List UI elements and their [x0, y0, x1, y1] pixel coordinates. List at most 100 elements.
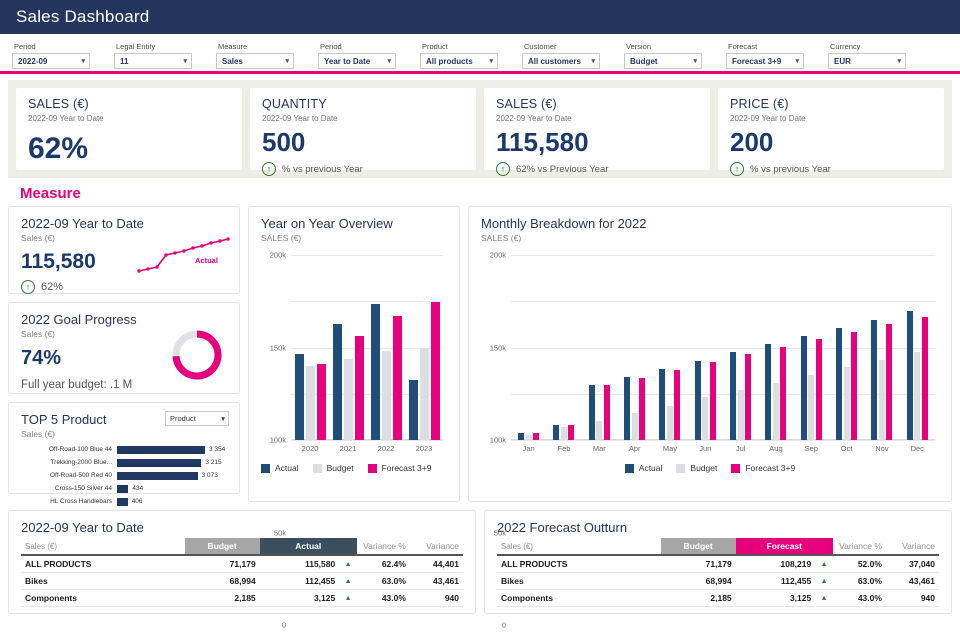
row-budget: 2,185: [185, 590, 260, 607]
bar-budget: [596, 421, 602, 440]
filter-dropdown[interactable]: Budget▾: [624, 53, 702, 69]
bar-actual: [907, 311, 913, 440]
bar-group: [723, 255, 758, 440]
bar-budget: [773, 383, 779, 440]
gridline: 0: [291, 440, 443, 441]
x-axis-tick-label: 2020: [291, 444, 329, 453]
legend-label: Actual: [639, 463, 663, 473]
column-header-budget[interactable]: Budget: [661, 538, 736, 555]
column-header-forecast[interactable]: Forecast: [736, 538, 833, 555]
x-axis-tick-label: Apr: [617, 444, 652, 453]
x-axis-labels: 2020202120222023: [291, 444, 443, 453]
row-variance-pct: 63.0%: [833, 573, 886, 590]
filter-dropdown[interactable]: 11▾: [114, 53, 192, 69]
filter-label: Period: [12, 42, 106, 51]
bar-group: [829, 255, 864, 440]
bar-actual: [624, 377, 630, 440]
top5-card-subtitle: Sales (€): [21, 429, 227, 439]
title-bar: Sales Dashboard: [0, 0, 960, 34]
filter-dropdown[interactable]: EUR▾: [828, 53, 906, 69]
bar-forecast-3-9: [710, 362, 716, 440]
top5-selector-label: Product: [170, 414, 196, 423]
table-unit-label: Sales (€): [497, 538, 661, 555]
bar-actual: [871, 320, 877, 440]
bar-group: [367, 255, 405, 440]
row-variance-pct: 62.4%: [357, 555, 410, 573]
bar-group: [582, 255, 617, 440]
y-axis-tick-label: 50k: [494, 528, 511, 537]
kpi-value: 115,580: [496, 129, 698, 156]
chevron-down-icon: ▾: [387, 57, 391, 65]
kpi-band: SALES (€)2022-09 Year to Date62%QUANTITY…: [8, 80, 952, 178]
legend-item: Forecast 3+9: [368, 463, 432, 473]
bar-forecast-3-9: [886, 324, 892, 440]
bar-forecast-3-9: [317, 364, 326, 440]
arrow-up-icon: ↑: [262, 162, 276, 176]
bar-budget: [702, 397, 708, 440]
x-axis-tick-label: May: [652, 444, 687, 453]
legend-swatch: [313, 464, 322, 473]
chevron-down-icon: ▾: [489, 57, 493, 65]
bar-budget: [667, 406, 673, 440]
top5-product-selector[interactable]: Product ▾: [165, 411, 229, 426]
filter-dropdown[interactable]: All products▾: [420, 53, 498, 69]
bars-area: [511, 255, 935, 440]
yoy-plot-area: 050k100k150k200k: [291, 255, 443, 440]
filter-dropdown[interactable]: Forecast 3+9▾: [726, 53, 804, 69]
column-header-variance: Variance: [410, 538, 463, 555]
kpi-title: SALES (€): [496, 97, 698, 111]
filter-label: Customer: [522, 42, 616, 51]
bar-group: [794, 255, 829, 440]
row-value: 112,455: [260, 573, 340, 590]
y-axis-tick-label: 200k: [490, 251, 511, 260]
table-row: ALL PRODUCTS71,179115,580▲62.4%44,401: [21, 555, 463, 573]
legend-label: Budget: [327, 463, 354, 473]
row-name: Bikes: [497, 573, 661, 590]
x-axis-tick-label: 2023: [405, 444, 443, 453]
column-header-budget[interactable]: Budget: [185, 538, 260, 555]
bar-actual: [836, 328, 842, 440]
filter-dropdown[interactable]: Year to Date▾: [318, 53, 396, 69]
row-variance-pct: 43.0%: [833, 590, 886, 607]
y-axis-tick-label: 150k: [490, 343, 511, 352]
kpi-title: PRICE (€): [730, 97, 932, 111]
bar-actual: [553, 425, 559, 440]
x-axis-tick-label: Mar: [582, 444, 617, 453]
kpi-value: 200: [730, 129, 932, 156]
goal-progress-card: 2022 Goal Progress Sales (€) 74% Full ye…: [8, 302, 240, 394]
filter-period-3: PeriodYear to Date▾: [314, 42, 416, 69]
bar-group: [758, 255, 793, 440]
bar-forecast-3-9: [816, 339, 822, 440]
chevron-down-icon: ▾: [285, 57, 289, 65]
bar-forecast-3-9: [431, 302, 440, 440]
arrow-up-icon: ↑: [21, 280, 35, 294]
filter-dropdown[interactable]: Sales▾: [216, 53, 294, 69]
legend-item: Actual: [261, 463, 299, 473]
chevron-down-icon: ▾: [183, 57, 187, 65]
filter-customer-5: Customer All customers▾: [518, 42, 620, 69]
x-axis-tick-label: Jul: [723, 444, 758, 453]
kpi-delta: ↑% vs previous Year: [730, 162, 932, 176]
row-variance: 43,461: [410, 573, 463, 590]
data-table: Sales (€)BudgetActualVariance %VarianceA…: [21, 538, 463, 607]
table-title: 2022 Forecast Outturn: [497, 520, 939, 535]
row-name: Components: [21, 590, 185, 607]
bar-forecast-3-9: [568, 425, 574, 440]
bar-budget: [561, 427, 567, 440]
trend-up-icon: ▲: [815, 590, 833, 607]
legend-item: Forecast 3+9: [731, 463, 795, 473]
column-header-actual[interactable]: Actual: [260, 538, 357, 555]
row-value: 3,125: [736, 590, 816, 607]
column-header-variance: Variance: [886, 538, 939, 555]
top5-bar-list: Off-Road-100 Blue 443 354Trekking-2000 B…: [21, 444, 227, 507]
bar-group: [652, 255, 687, 440]
filter-dropdown[interactable]: 2022-09▾: [12, 53, 90, 69]
chevron-down-icon: ▾: [221, 414, 225, 423]
top5-bar-value: 434: [132, 485, 143, 492]
filter-dropdown[interactable]: All customers▾: [522, 53, 600, 69]
legend-label: Actual: [275, 463, 299, 473]
bar-actual: [695, 361, 701, 441]
ytd-card-delta: ↑ 62%: [21, 280, 227, 294]
dashboard-app: Sales Dashboard Period2022-09▾Legal Enti…: [0, 0, 960, 636]
kpi-subtitle: 2022-09 Year to Date: [262, 114, 464, 123]
